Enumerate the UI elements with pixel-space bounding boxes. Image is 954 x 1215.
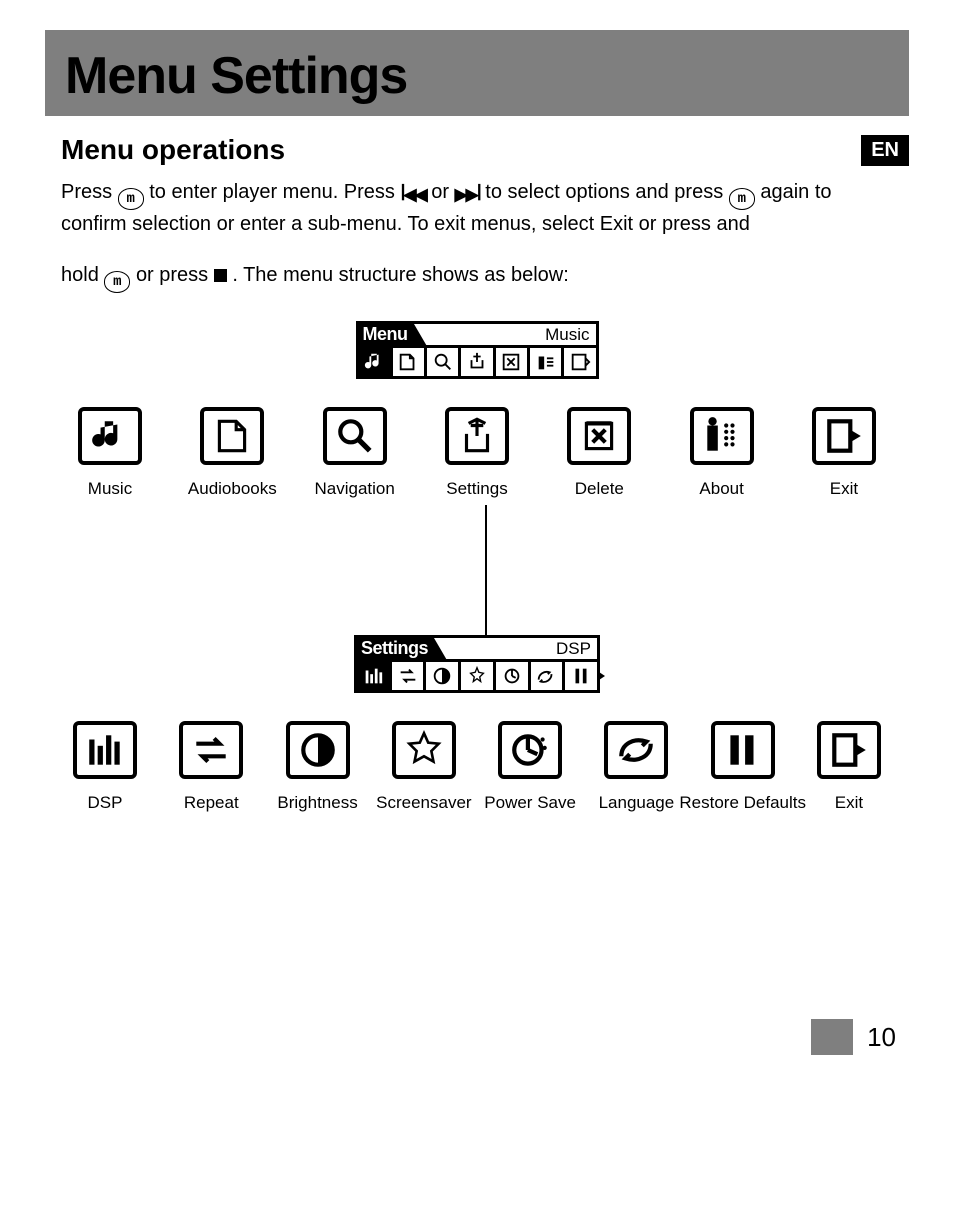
lcd-selected: DSP	[556, 639, 597, 659]
footer-block	[811, 1019, 853, 1055]
settings-item-repeat: Repeat	[161, 721, 261, 813]
page-footer: 10	[811, 1019, 896, 1055]
settings-item-powersave: Power Save	[480, 721, 580, 813]
settings-icon-row: DSP Repeat Brightness Screensaver Power …	[45, 721, 909, 813]
section-title: Menu operations	[61, 134, 285, 166]
lcd-tab: Menu	[359, 324, 414, 345]
instruction-text: Press to enter player menu. Press ꟾ◀◀ or…	[45, 178, 909, 293]
lcd-tab: Settings	[357, 638, 434, 659]
page-number: 10	[867, 1022, 896, 1053]
title-banner: Menu Settings	[45, 30, 909, 116]
next-icon: ▶▶ꟾ	[455, 183, 480, 208]
settings-item-screensaver: Screensaver	[374, 721, 474, 813]
settings-item-language: Language	[586, 721, 686, 813]
page-title: Menu Settings	[65, 46, 889, 106]
settings-item-restore: Restore Defaults	[693, 721, 793, 813]
menu-button-icon	[118, 188, 144, 210]
settings-item-exit: Exit	[799, 721, 899, 813]
lcd-settings-screen: Settings DSP	[354, 635, 600, 693]
menu-item-music: Music	[55, 407, 165, 499]
menu-item-navigation: Navigation	[300, 407, 410, 499]
menu-item-settings: Settings	[422, 407, 532, 499]
menu-item-delete: Delete	[544, 407, 654, 499]
lcd-menu-screen: Menu Music	[356, 321, 599, 379]
menu-item-about: About	[667, 407, 777, 499]
settings-item-brightness: Brightness	[268, 721, 368, 813]
settings-item-dsp: DSP	[55, 721, 155, 813]
menu-button-icon	[104, 271, 130, 293]
prev-icon: ꟾ◀◀	[400, 183, 425, 208]
stop-icon	[214, 269, 227, 282]
menu-icon-row: Music Audiobooks Navigation Settings Del…	[45, 407, 909, 499]
language-badge: EN	[861, 135, 909, 166]
menu-item-audiobooks: Audiobooks	[177, 407, 287, 499]
menu-item-exit: Exit	[789, 407, 899, 499]
lcd-selected: Music	[545, 325, 595, 345]
connector-line	[485, 505, 487, 635]
menu-button-icon	[729, 188, 755, 210]
